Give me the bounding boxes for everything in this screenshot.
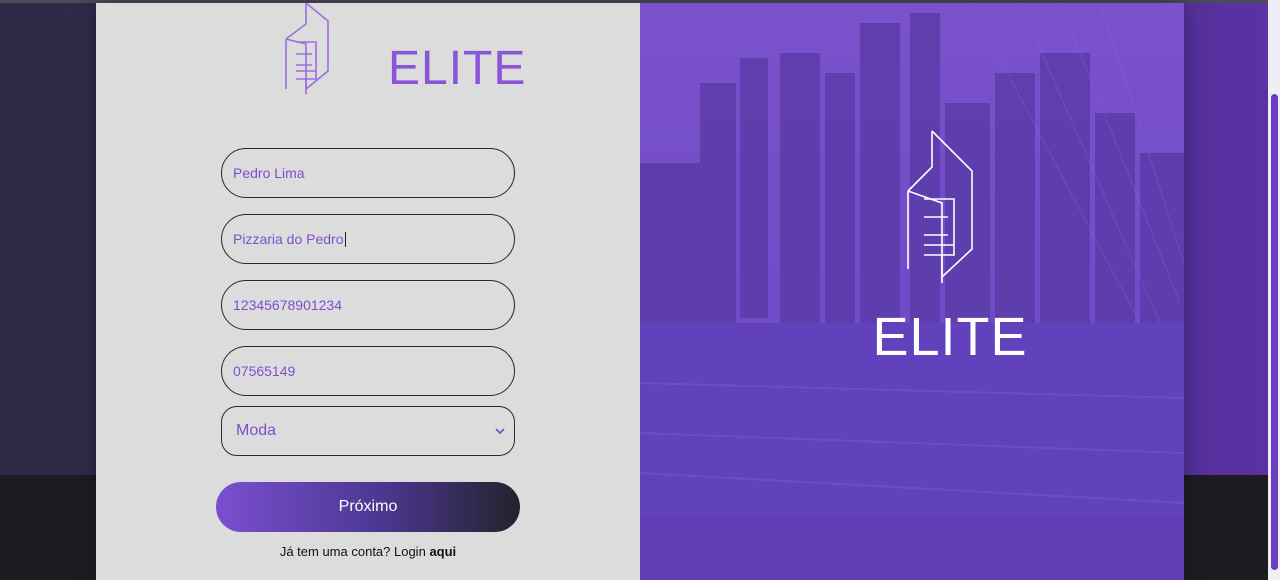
building-logo-large-icon xyxy=(907,130,973,283)
document-field[interactable]: 12345678901234 xyxy=(221,280,515,330)
name-field[interactable]: Pedro Lima xyxy=(221,148,515,198)
chevron-down-icon xyxy=(495,428,505,435)
brand-title-large: ELITE xyxy=(872,307,1028,367)
name-field-value: Pedro Lima xyxy=(233,165,305,181)
city-skyline-image xyxy=(640,3,1184,580)
signup-card: ELITE Pedro Lima Pizzaria do Pedro 12345… xyxy=(96,2,1184,580)
cep-field[interactable]: 07565149 xyxy=(221,346,515,396)
login-prompt-text: Já tem uma conta? Login xyxy=(279,544,426,559)
company-field[interactable]: Pizzaria do Pedro xyxy=(221,214,515,264)
scrollbar[interactable] xyxy=(1268,0,1280,580)
building-logo-icon xyxy=(285,2,329,94)
brand-title: ELITE xyxy=(388,42,527,95)
document-field-value: 12345678901234 xyxy=(233,297,343,313)
scrollbar-thumb[interactable] xyxy=(1271,94,1278,570)
company-field-value: Pizzaria do Pedro xyxy=(233,231,344,247)
form-panel: ELITE Pedro Lima Pizzaria do Pedro 12345… xyxy=(96,2,640,580)
cep-field-value: 07565149 xyxy=(233,363,296,379)
category-select-value: Moda xyxy=(236,422,277,439)
login-prompt: Já tem uma conta? Login aqui xyxy=(96,544,640,559)
next-button[interactable]: Próximo xyxy=(216,482,520,532)
brand-panel: ELITE xyxy=(640,3,1184,580)
category-select[interactable]: Moda xyxy=(221,406,515,456)
login-link[interactable]: aqui xyxy=(429,544,456,559)
